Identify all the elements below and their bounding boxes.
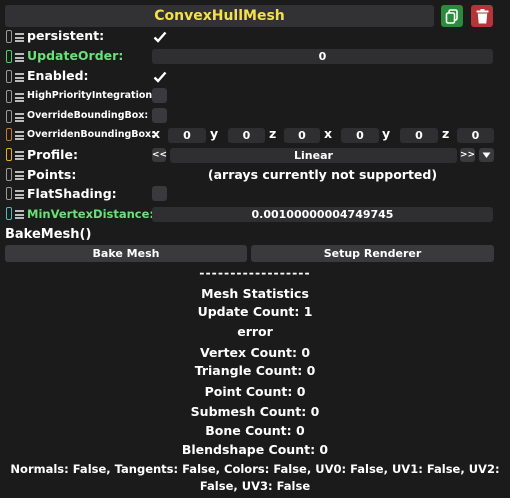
update-order-label: UpdateOrder:	[27, 48, 124, 63]
profile-next-button[interactable]: >>	[460, 148, 475, 162]
profile-value: Linear	[170, 148, 457, 163]
checkmark-icon	[153, 31, 166, 43]
duplicate-button[interactable]	[441, 5, 463, 27]
field-grip[interactable]	[6, 187, 12, 200]
drag-handle-icon[interactable]	[15, 131, 24, 140]
field-grip[interactable]	[6, 70, 12, 83]
drag-handle-icon[interactable]	[15, 113, 24, 122]
field-grip[interactable]	[6, 90, 12, 103]
attributes-line-2: False, UV3: False	[199, 479, 311, 493]
flat-shading-label: FlatShading:	[27, 186, 117, 201]
drag-handle-icon[interactable]	[15, 190, 24, 199]
profile-dropdown-button[interactable]	[479, 148, 494, 162]
axis-label-z: z	[442, 126, 450, 141]
enabled-label: Enabled:	[27, 68, 89, 83]
field-grip[interactable]	[6, 110, 12, 123]
vertex-count: Vertex Count: 0	[199, 345, 311, 360]
field-grip[interactable]	[6, 30, 12, 43]
flat-shading-checkbox[interactable]	[152, 186, 167, 201]
field-grip[interactable]	[6, 207, 12, 220]
attributes-line-1: Normals: False, Tangents: False, Colors:…	[10, 462, 500, 476]
drag-handle-icon[interactable]	[15, 93, 24, 102]
bbox-max-y-field[interactable]: 0	[400, 128, 438, 143]
override-bbox-checkbox[interactable]	[152, 108, 167, 123]
triangle-down-icon	[482, 152, 491, 158]
drag-handle-icon[interactable]	[15, 151, 24, 160]
update-count: Update Count: 1	[197, 304, 313, 319]
field-grip[interactable]	[6, 50, 12, 63]
bbox-min-z-field[interactable]: 0	[284, 128, 320, 143]
axis-label-x: x	[152, 126, 161, 141]
axis-label-x: x	[324, 126, 333, 141]
bake-mesh-button[interactable]: Bake Mesh	[5, 245, 247, 262]
drag-handle-icon[interactable]	[15, 210, 24, 219]
override-bbox-label: OverrideBoundingBox:	[27, 110, 149, 121]
bbox-min-x-field[interactable]: 0	[168, 128, 206, 143]
points-note: (arrays currently not supported)	[207, 167, 438, 182]
profile-prev-button[interactable]: <<	[152, 148, 167, 162]
min-vertex-distance-field[interactable]: 0.00100000004749745	[152, 207, 493, 222]
update-order-field[interactable]: 0	[152, 49, 493, 64]
persistent-checkbox[interactable]	[152, 29, 167, 44]
bone-count: Bone Count: 0	[205, 423, 305, 438]
copy-icon	[445, 8, 458, 24]
error-text: error	[237, 324, 273, 339]
point-count: Point Count: 0	[204, 384, 306, 399]
axis-label-z: z	[269, 126, 277, 141]
points-label: Points:	[27, 167, 77, 182]
min-vertex-distance-label: MinVertexDistance:	[27, 207, 155, 221]
drag-handle-icon[interactable]	[15, 73, 24, 82]
delete-button[interactable]	[471, 5, 493, 27]
axis-label-y: y	[210, 126, 219, 141]
blendshape-count: Blendshape Count: 0	[181, 442, 329, 457]
trash-icon	[476, 8, 488, 23]
bbox-min-y-field[interactable]: 0	[228, 128, 265, 143]
high-priority-checkbox[interactable]	[152, 88, 167, 103]
field-grip[interactable]	[6, 128, 12, 141]
component-title: ConvexHullMesh	[5, 5, 434, 27]
stats-title: Mesh Statistics	[201, 286, 309, 301]
divider: ------------------	[199, 265, 311, 280]
field-grip[interactable]	[6, 168, 12, 181]
method-label: BakeMesh()	[5, 227, 92, 242]
field-grip[interactable]	[6, 148, 12, 161]
drag-handle-icon[interactable]	[15, 33, 24, 42]
checkmark-icon	[153, 71, 166, 83]
triangle-count: Triangle Count: 0	[194, 363, 316, 378]
bbox-max-x-field[interactable]: 0	[341, 128, 379, 143]
drag-handle-icon[interactable]	[15, 171, 24, 180]
persistent-label: persistent:	[27, 28, 105, 43]
bbox-max-z-field[interactable]: 0	[457, 128, 494, 143]
submesh-count: Submesh Count: 0	[190, 404, 320, 419]
profile-label: Profile:	[27, 147, 78, 162]
enabled-checkbox[interactable]	[152, 69, 167, 84]
setup-renderer-button[interactable]: Setup Renderer	[251, 245, 494, 262]
drag-handle-icon[interactable]	[15, 53, 24, 62]
overriden-bbox-label: OverridenBoundingBox:	[27, 129, 155, 140]
high-priority-label: HighPriorityIntegration:	[27, 90, 156, 101]
axis-label-y: y	[382, 126, 391, 141]
